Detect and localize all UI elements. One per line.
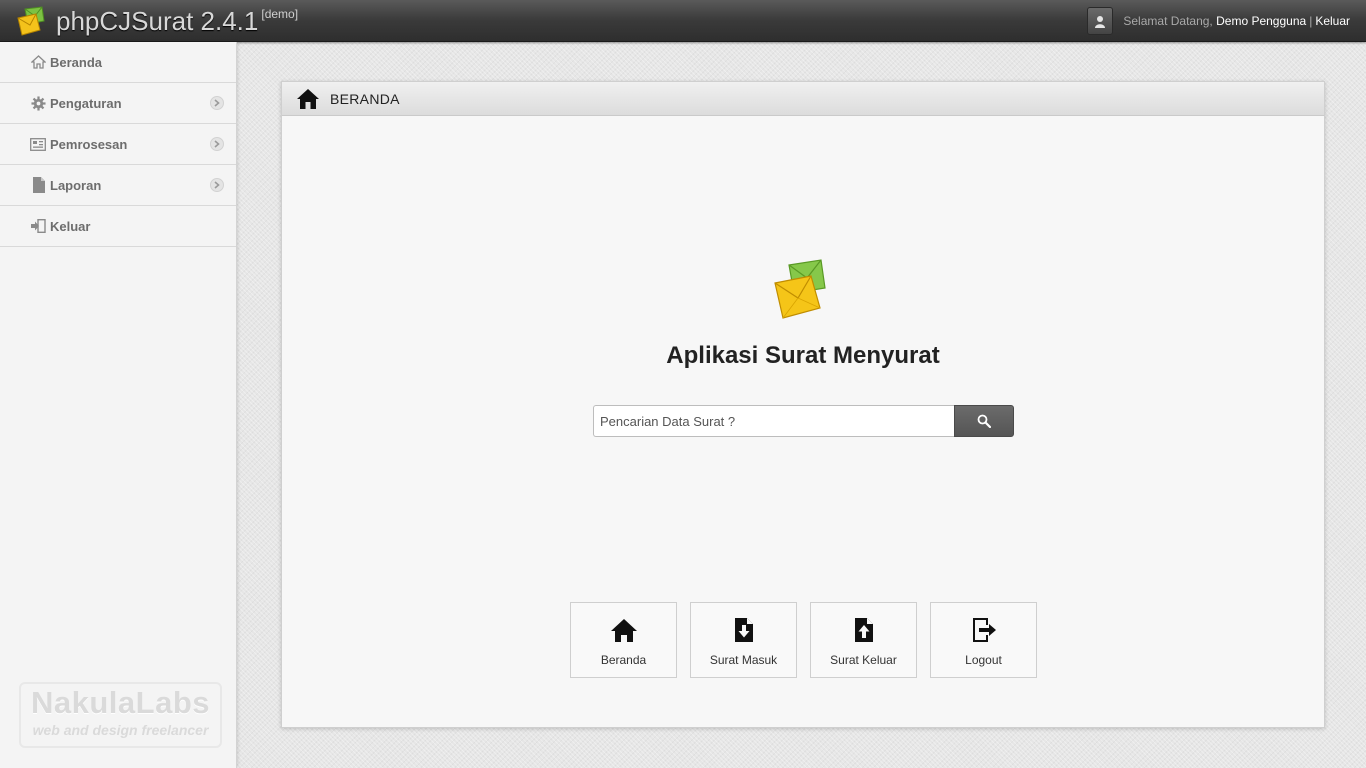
brand[interactable]: phpCJSurat 2.4.1 [demo]	[16, 4, 298, 38]
sidebar-item-keluar[interactable]: Keluar	[0, 206, 236, 247]
app-title: phpCJSurat 2.4.1	[56, 6, 259, 36]
incoming-mail-icon	[734, 618, 753, 642]
shortcut-logout-button[interactable]: Logout	[930, 602, 1037, 678]
demo-tag: [demo]	[261, 7, 299, 21]
sidebar-item-pengaturan[interactable]: Pengaturan	[0, 83, 236, 124]
outgoing-mail-icon	[854, 618, 873, 642]
welcome-text: Selamat Datang, Demo Pengguna | Keluar	[1123, 14, 1350, 28]
shortcut-surat-keluar-button[interactable]: Surat Keluar	[810, 602, 917, 678]
shortcut-surat-masuk-button[interactable]: Surat Masuk	[690, 602, 797, 678]
shortcut-beranda-button[interactable]: Beranda	[570, 602, 677, 678]
chevron-right-icon	[210, 96, 224, 110]
sidebar-item-label: Pengaturan	[50, 95, 122, 111]
welcome-label: Selamat Datang,	[1123, 14, 1213, 28]
home-icon	[610, 619, 637, 642]
watermark-subtitle: web and design freelancer	[32, 722, 209, 738]
search-bar	[593, 405, 1014, 437]
sidebar-item-pemrosesan[interactable]: Pemrosesan	[0, 124, 236, 165]
sidebar-item-label: Keluar	[50, 218, 91, 234]
envelope-logo-icon	[774, 259, 826, 319]
user-separator: |	[1309, 14, 1313, 28]
search-button[interactable]	[954, 405, 1014, 437]
watermark-title: NakulaLabs	[30, 685, 210, 720]
chevron-right-icon	[210, 178, 224, 192]
main-panel: BERANDA Aplikasi Surat Menyurat Beranda	[281, 81, 1325, 728]
user-name[interactable]: Demo Pengguna	[1216, 14, 1306, 28]
top-bar: phpCJSurat 2.4.1 [demo] Selamat Datang, …	[0, 0, 1366, 42]
home-icon	[297, 88, 319, 109]
user-avatar[interactable]	[1087, 7, 1114, 35]
shortcut-label: Surat Keluar	[830, 653, 897, 667]
shortcut-label: Logout	[965, 653, 1002, 667]
shortcut-label: Surat Masuk	[709, 653, 778, 667]
user-area: Selamat Datang, Demo Pengguna | Keluar	[1087, 6, 1350, 36]
user-icon	[1095, 15, 1106, 28]
document-icon	[30, 177, 46, 193]
sidebar-item-label: Pemrosesan	[50, 136, 128, 152]
panel-header: BERANDA	[282, 82, 1324, 116]
search-icon	[977, 414, 991, 428]
shortcut-buttons: Beranda Surat Masuk Surat Keluar Logout	[570, 602, 1050, 678]
nakulalabs-watermark: NakulaLabs web and design freelancer	[19, 682, 222, 748]
sidebar-item-label: Laporan	[50, 177, 102, 193]
search-input[interactable]	[593, 405, 954, 437]
sidebar-item-laporan[interactable]: Laporan	[0, 165, 236, 206]
exit-icon	[30, 218, 46, 234]
chevron-right-icon	[210, 137, 224, 151]
panel-title: BERANDA	[330, 90, 400, 107]
gear-icon	[30, 95, 46, 111]
sidebar: Beranda Pengaturan Pemrosesan Laporan Ke…	[0, 42, 237, 768]
app-heading: Aplikasi Surat Menyurat	[666, 342, 940, 369]
shortcut-label: Beranda	[600, 653, 647, 667]
logout-icon	[972, 618, 996, 642]
sidebar-item-beranda[interactable]: Beranda	[0, 42, 236, 83]
process-icon	[30, 136, 46, 152]
sidebar-item-label: Beranda	[50, 54, 103, 70]
home-icon	[30, 54, 46, 70]
envelope-logo-icon	[17, 6, 45, 36]
logout-link[interactable]: Keluar	[1315, 14, 1350, 28]
